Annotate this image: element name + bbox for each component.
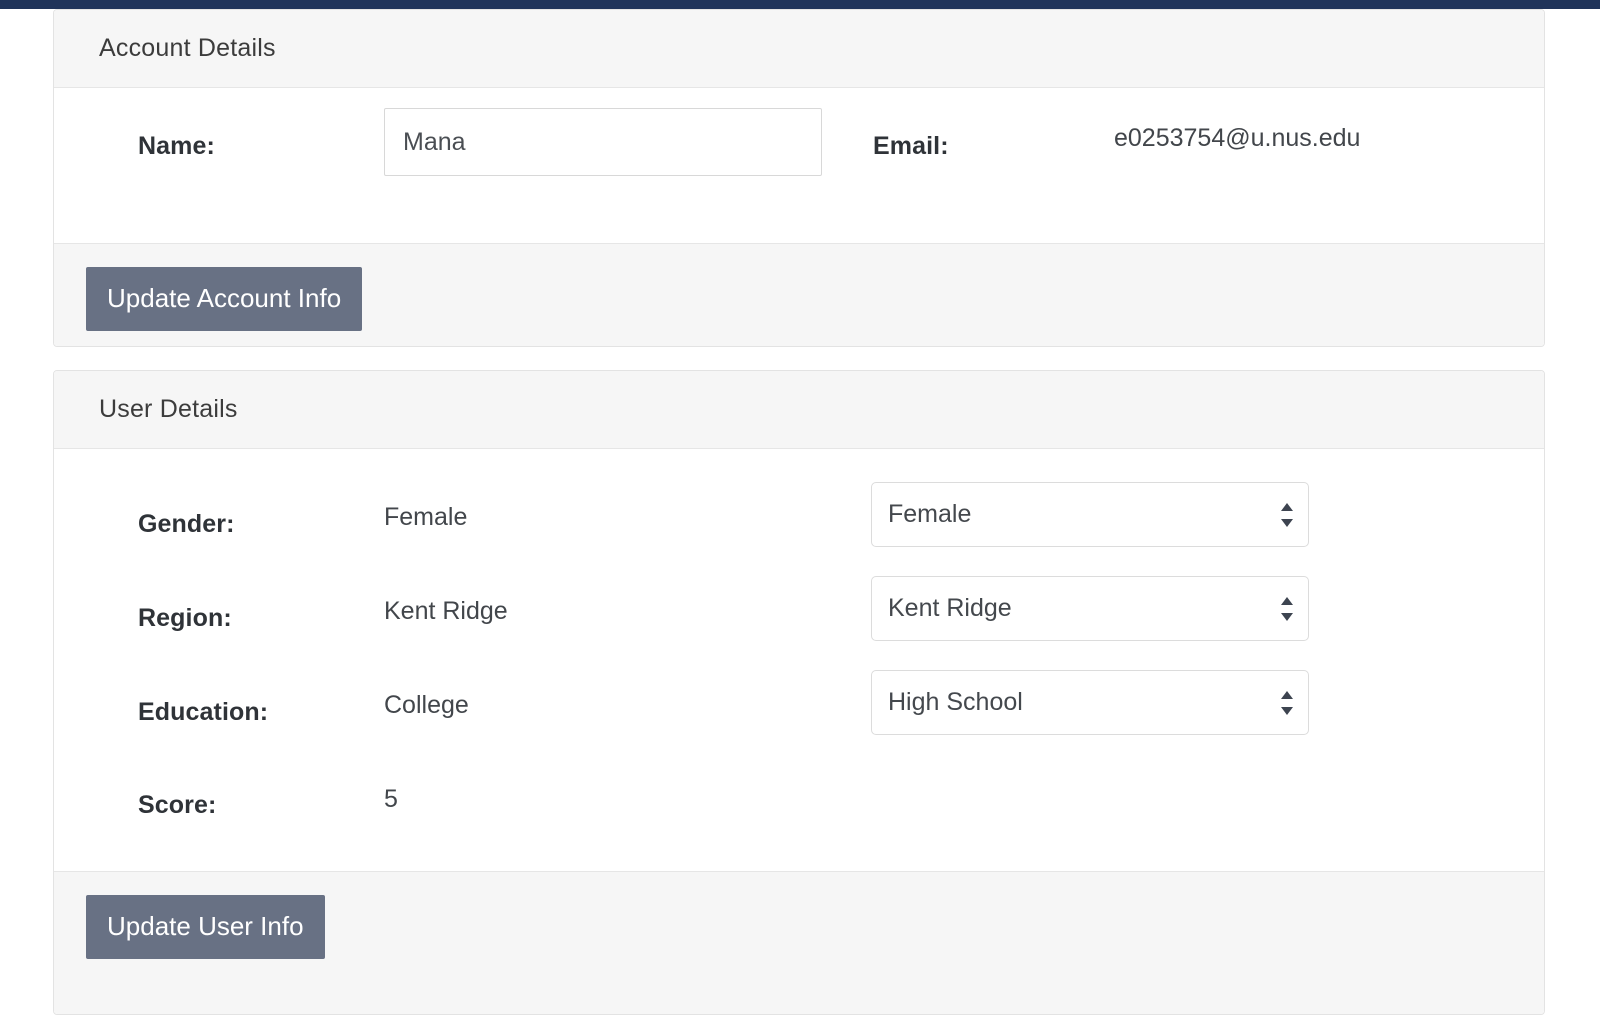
region-select[interactable]: Kent Ridge [871, 576, 1309, 641]
gender-label: Gender: [138, 510, 235, 538]
user-details-header: User Details [54, 371, 1544, 449]
user-details-body: Gender: Female Female Region: Kent Ridge [54, 449, 1544, 871]
education-value: College [384, 691, 469, 719]
select-updown-arrows-icon [1280, 690, 1293, 715]
score-value: 5 [384, 785, 398, 813]
top-navbar-strip [0, 0, 1600, 9]
user-details-card: User Details Gender: Female Female Regio… [53, 370, 1545, 1015]
account-details-footer: Update Account Info [54, 243, 1544, 346]
account-details-title: Account Details [99, 34, 276, 62]
region-label: Region: [138, 604, 232, 632]
user-details-footer: Update User Info [54, 871, 1544, 1014]
update-account-info-button[interactable]: Update Account Info [86, 267, 363, 331]
education-select-value: High School [888, 688, 1023, 716]
region-value: Kent Ridge [384, 597, 508, 625]
account-details-header: Account Details [54, 10, 1544, 88]
account-details-card: Account Details Name: Email: e0253754@u.… [53, 9, 1545, 347]
select-updown-arrows-icon [1280, 502, 1293, 527]
education-select-box[interactable]: High School [871, 670, 1309, 735]
gender-value: Female [384, 503, 468, 531]
score-label: Score: [138, 791, 217, 819]
select-updown-arrows-icon [1280, 596, 1293, 621]
update-user-info-button[interactable]: Update User Info [86, 895, 325, 959]
region-select-box[interactable]: Kent Ridge [871, 576, 1309, 641]
name-label: Name: [138, 132, 215, 160]
gender-select[interactable]: Female [871, 482, 1309, 547]
education-select[interactable]: High School [871, 670, 1309, 735]
gender-select-box[interactable]: Female [871, 482, 1309, 547]
email-value: e0253754@u.nus.edu [1114, 124, 1361, 152]
email-label: Email: [873, 132, 949, 160]
education-label: Education: [138, 698, 269, 726]
user-details-title: User Details [99, 395, 238, 423]
region-select-value: Kent Ridge [888, 594, 1012, 622]
name-input[interactable] [384, 108, 822, 176]
account-details-body: Name: Email: e0253754@u.nus.edu [54, 88, 1544, 243]
gender-select-value: Female [888, 500, 972, 528]
